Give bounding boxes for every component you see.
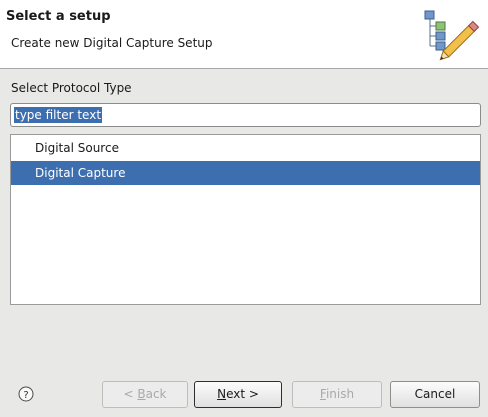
svg-text:?: ?	[23, 390, 28, 401]
next-button-mnemonic: N	[217, 387, 227, 401]
next-button-rest: ext >	[226, 387, 259, 401]
filter-input-text: type filter text	[14, 107, 103, 123]
finish-button-rest: inish	[325, 387, 355, 401]
back-button-prefix: <	[123, 387, 138, 401]
back-button-mnemonic: B	[137, 387, 146, 401]
page-title: Select a setup	[6, 9, 111, 24]
back-button-rest: ack	[145, 387, 167, 401]
back-button[interactable]: < Back	[102, 381, 188, 408]
list-item-digital-capture[interactable]: Digital Capture	[11, 161, 480, 185]
list-item-digital-source[interactable]: Digital Source	[11, 136, 480, 160]
next-button[interactable]: Next >	[194, 381, 282, 408]
wizard-header: Select a setup Create new Digital Captur…	[0, 0, 488, 69]
protocol-type-label: Select Protocol Type	[11, 81, 132, 95]
protocol-list[interactable]: Digital Source Digital Capture	[10, 134, 481, 305]
page-description: Create new Digital Capture Setup	[11, 36, 213, 50]
finish-button[interactable]: Finish	[292, 381, 382, 408]
filter-input[interactable]: type filter text	[10, 103, 481, 127]
help-icon[interactable]: ?	[18, 386, 34, 402]
wizard-hierarchy-pencil-icon	[424, 10, 480, 61]
cancel-button[interactable]: Cancel	[390, 381, 480, 408]
